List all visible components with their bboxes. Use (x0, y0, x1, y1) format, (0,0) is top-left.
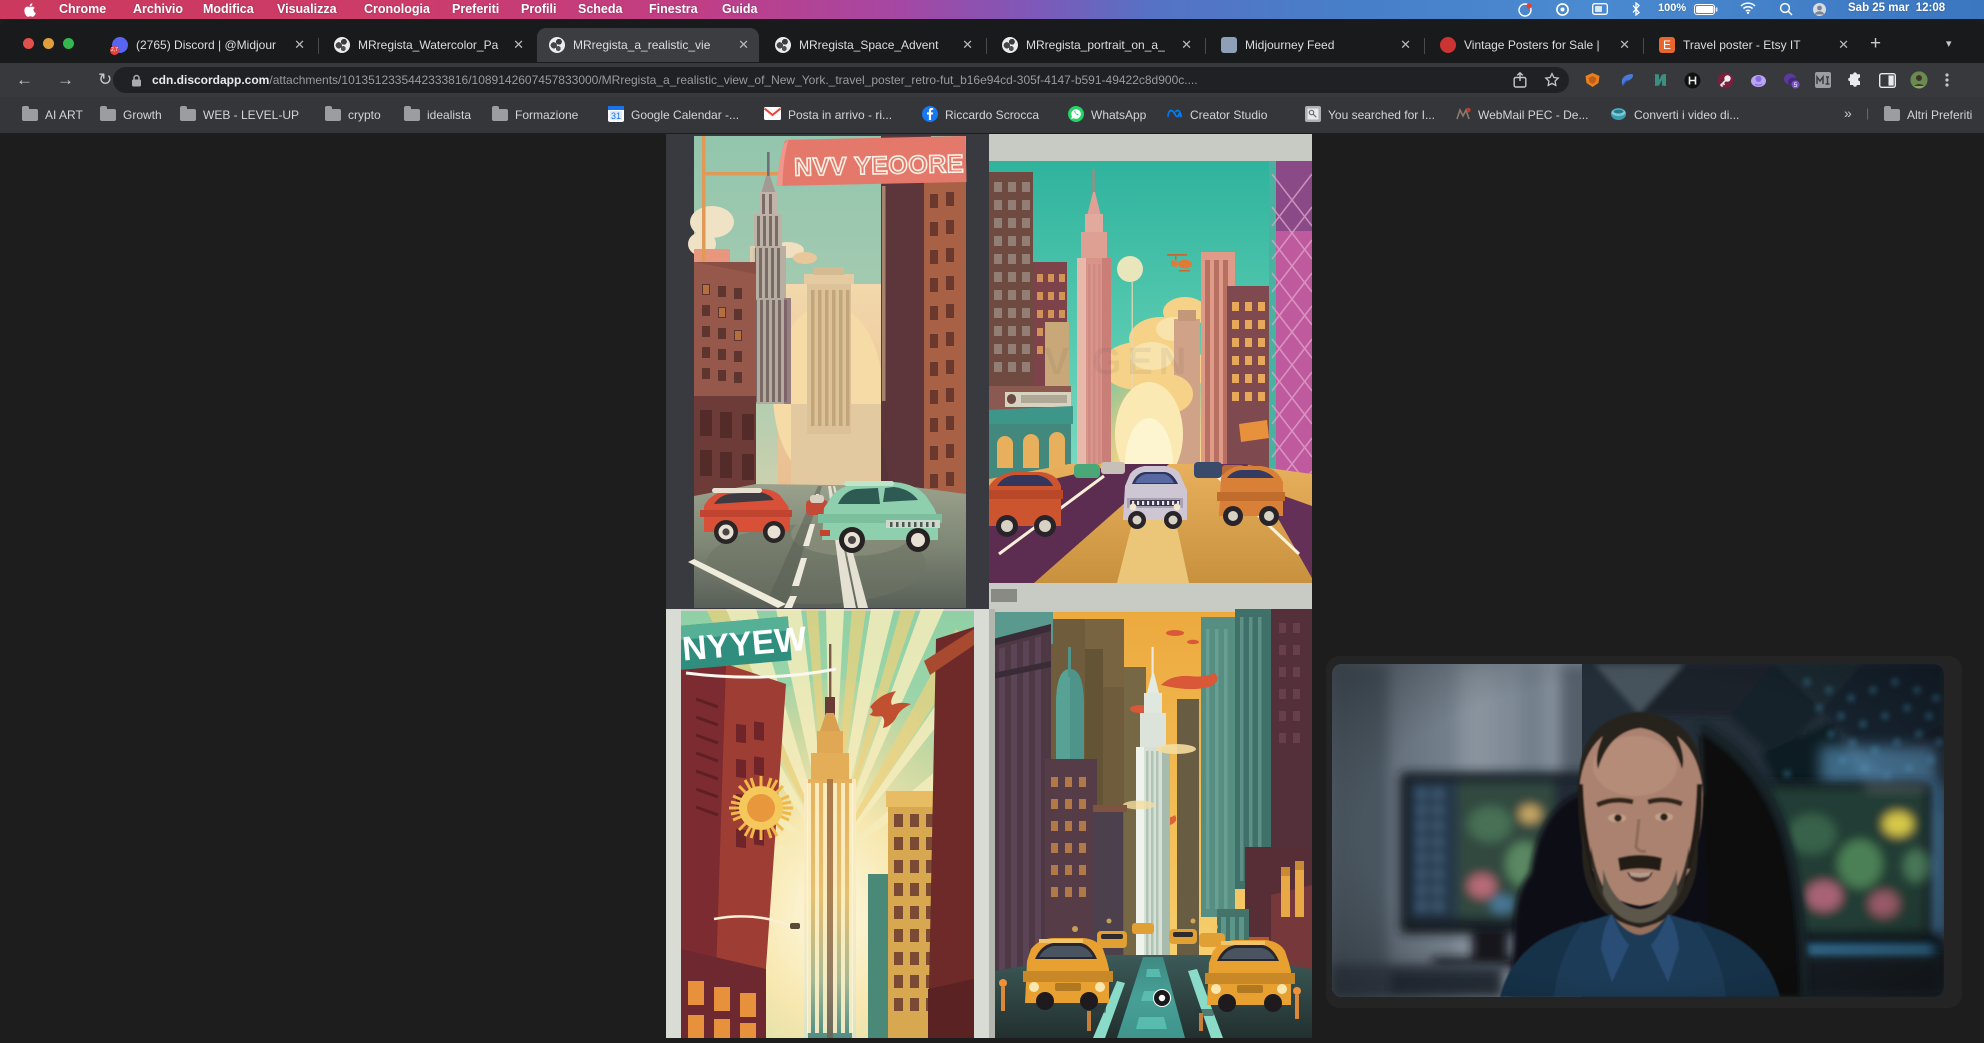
svg-text:31: 31 (611, 111, 621, 121)
svg-text:5: 5 (1794, 82, 1798, 89)
svg-text:V GEN: V GEN (1044, 341, 1192, 383)
svg-text:NVV YEOORE: NVV YEOORE (794, 150, 964, 182)
